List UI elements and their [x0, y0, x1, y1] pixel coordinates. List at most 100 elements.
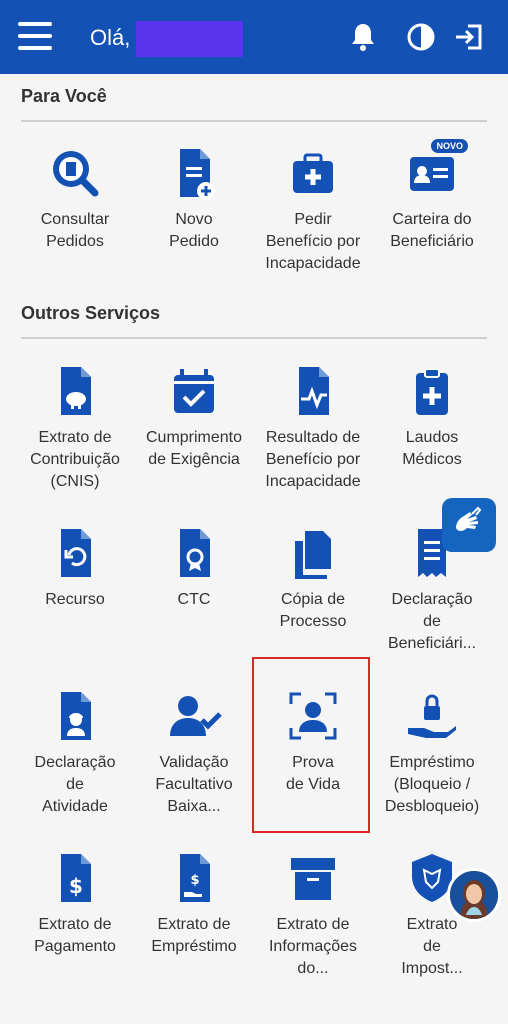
- bell-icon[interactable]: [346, 20, 380, 54]
- hand-lock-icon: [402, 686, 462, 746]
- service-tile[interactable]: Cumprimento de Exigência: [135, 361, 253, 471]
- service-label-line: (Bloqueio /: [393, 776, 471, 793]
- service-tile[interactable]: CTC: [135, 523, 253, 611]
- search-document-icon: [45, 143, 105, 203]
- service-tile[interactable]: Consultar Pedidos: [16, 143, 134, 253]
- service-label: Extrato de Impost...: [373, 914, 491, 980]
- service-label-line: Benefício por: [265, 233, 361, 250]
- service-label-line: Pagamento: [34, 938, 116, 955]
- clipboard-plus-icon: [402, 361, 462, 421]
- divider: [21, 337, 487, 339]
- service-label-line: Recurso: [45, 591, 105, 608]
- undo-document-icon: [45, 523, 105, 583]
- service-tile[interactable]: Empréstimo (Bloqueio / Desbloqueio): [373, 686, 491, 818]
- copy-icon: [283, 523, 343, 583]
- service-label-line: Empréstimo: [151, 938, 237, 955]
- service-label-line: Carteira do: [392, 211, 472, 228]
- service-tile[interactable]: Extrato de Informações do...: [254, 848, 372, 980]
- service-label: Validação Facultativo Baixa...: [135, 752, 253, 818]
- user-name-redacted: [136, 21, 243, 57]
- service-label-line: Atividade: [42, 798, 108, 815]
- service-label-line: Beneficiári...: [387, 635, 477, 652]
- service-label-line: do...: [297, 960, 329, 977]
- service-tile[interactable]: $ Extrato de Empréstimo: [135, 848, 253, 958]
- svg-text:$: $: [190, 873, 199, 888]
- service-label-line: Impost...: [401, 960, 463, 977]
- section-title-outros-servicos: Outros Serviços: [21, 303, 161, 323]
- service-label-line: Contribuição: [30, 451, 120, 468]
- top-bar: Olá,: [0, 0, 508, 74]
- virtual-assistant-avatar[interactable]: [447, 868, 501, 922]
- service-label: Extrato de Empréstimo: [135, 914, 253, 958]
- service-label: Consultar Pedidos: [16, 209, 134, 253]
- service-tile[interactable]: Recurso: [16, 523, 134, 611]
- new-document-icon: [164, 143, 224, 203]
- service-label-line: Incapacidade: [265, 255, 361, 272]
- service-label: Extrato de Pagamento: [16, 914, 134, 958]
- section-title-para-voce: Para Você: [21, 86, 107, 106]
- service-label-line: Pedido: [169, 233, 219, 250]
- menu-icon[interactable]: [18, 22, 52, 50]
- service-label: Declaração de Beneficiári...: [373, 589, 491, 655]
- service-label-line: Facultativo: [155, 776, 233, 793]
- service-label-line: Médicos: [402, 451, 462, 468]
- calendar-check-icon: [164, 361, 224, 421]
- service-label-line: Beneficiário: [390, 233, 474, 250]
- service-tile[interactable]: Laudos Médicos: [373, 361, 491, 471]
- service-tile[interactable]: Cópia de Processo: [254, 523, 372, 633]
- service-label-line: Extrato de: [38, 429, 112, 446]
- user-check-icon: [164, 686, 224, 746]
- sign-language-hands-icon: [456, 506, 482, 531]
- id-card-icon: NOVO: [402, 139, 468, 203]
- service-label-line: Cópia de: [280, 591, 346, 608]
- svg-text:$: $: [69, 874, 83, 898]
- service-label-line: Extrato de: [276, 916, 350, 933]
- pulse-document-icon: [283, 361, 343, 421]
- service-label-line: Informações: [268, 938, 358, 955]
- hand-dollar-document-icon: $: [164, 848, 224, 908]
- logout-icon[interactable]: [452, 20, 486, 54]
- service-label-line: Declaração: [391, 591, 473, 608]
- service-label-line: Declaração: [34, 754, 116, 771]
- service-tile[interactable]: Resultado de Benefício por Incapacidade: [254, 361, 372, 493]
- service-label: Extrato de Contribuição (CNIS): [16, 427, 134, 493]
- service-label-line: de: [66, 776, 84, 793]
- service-tile[interactable]: Pedir Benefício por Incapacidade: [254, 143, 372, 275]
- service-label-line: Pedidos: [46, 233, 104, 250]
- service-label-line: Cumprimento: [145, 429, 243, 446]
- service-label: Pedir Benefício por Incapacidade: [254, 209, 372, 275]
- service-label-line: Incapacidade: [265, 473, 361, 490]
- service-label-line: Consultar: [40, 211, 110, 228]
- service-label-line: de Exigência: [148, 451, 240, 468]
- service-label: Declaração de Atividade: [16, 752, 134, 818]
- service-label-line: Pedir: [294, 211, 332, 228]
- service-label-line: de: [423, 938, 441, 955]
- service-tile[interactable]: Extrato de Contribuição (CNIS): [16, 361, 134, 493]
- archive-box-icon: [283, 848, 343, 908]
- dollar-document-icon: $: [45, 848, 105, 908]
- highlight-box: [252, 657, 370, 833]
- service-label: Extrato de Informações do...: [254, 914, 372, 980]
- service-label-line: (CNIS): [50, 473, 100, 490]
- service-label-line: Empréstimo: [389, 754, 475, 771]
- service-tile[interactable]: $ Extrato de Pagamento: [16, 848, 134, 958]
- service-label-line: Novo: [175, 211, 213, 228]
- new-badge: NOVO: [431, 139, 468, 153]
- service-label-line: Processo: [279, 613, 347, 630]
- contrast-icon[interactable]: [404, 20, 438, 54]
- service-label-line: Validação: [159, 754, 229, 771]
- medical-kit-icon: [283, 143, 343, 203]
- service-tile[interactable]: Validação Facultativo Baixa...: [135, 686, 253, 818]
- piggy-document-icon: [45, 361, 105, 421]
- service-label-line: Extrato de: [38, 916, 112, 933]
- service-tile[interactable]: Novo Pedido: [135, 143, 253, 253]
- service-tile[interactable]: Declaração de Atividade: [16, 686, 134, 818]
- service-label-line: Desbloqueio): [384, 798, 480, 815]
- service-label-line: de: [423, 613, 441, 630]
- service-label-line: Laudos: [405, 429, 459, 446]
- libras-accessibility-button[interactable]: [442, 498, 496, 552]
- service-label: Cumprimento de Exigência: [135, 427, 253, 471]
- service-label: Novo Pedido: [135, 209, 253, 253]
- service-tile[interactable]: NOVO Carteira do Beneficiário: [373, 139, 491, 253]
- service-label-line: Resultado de: [265, 429, 361, 446]
